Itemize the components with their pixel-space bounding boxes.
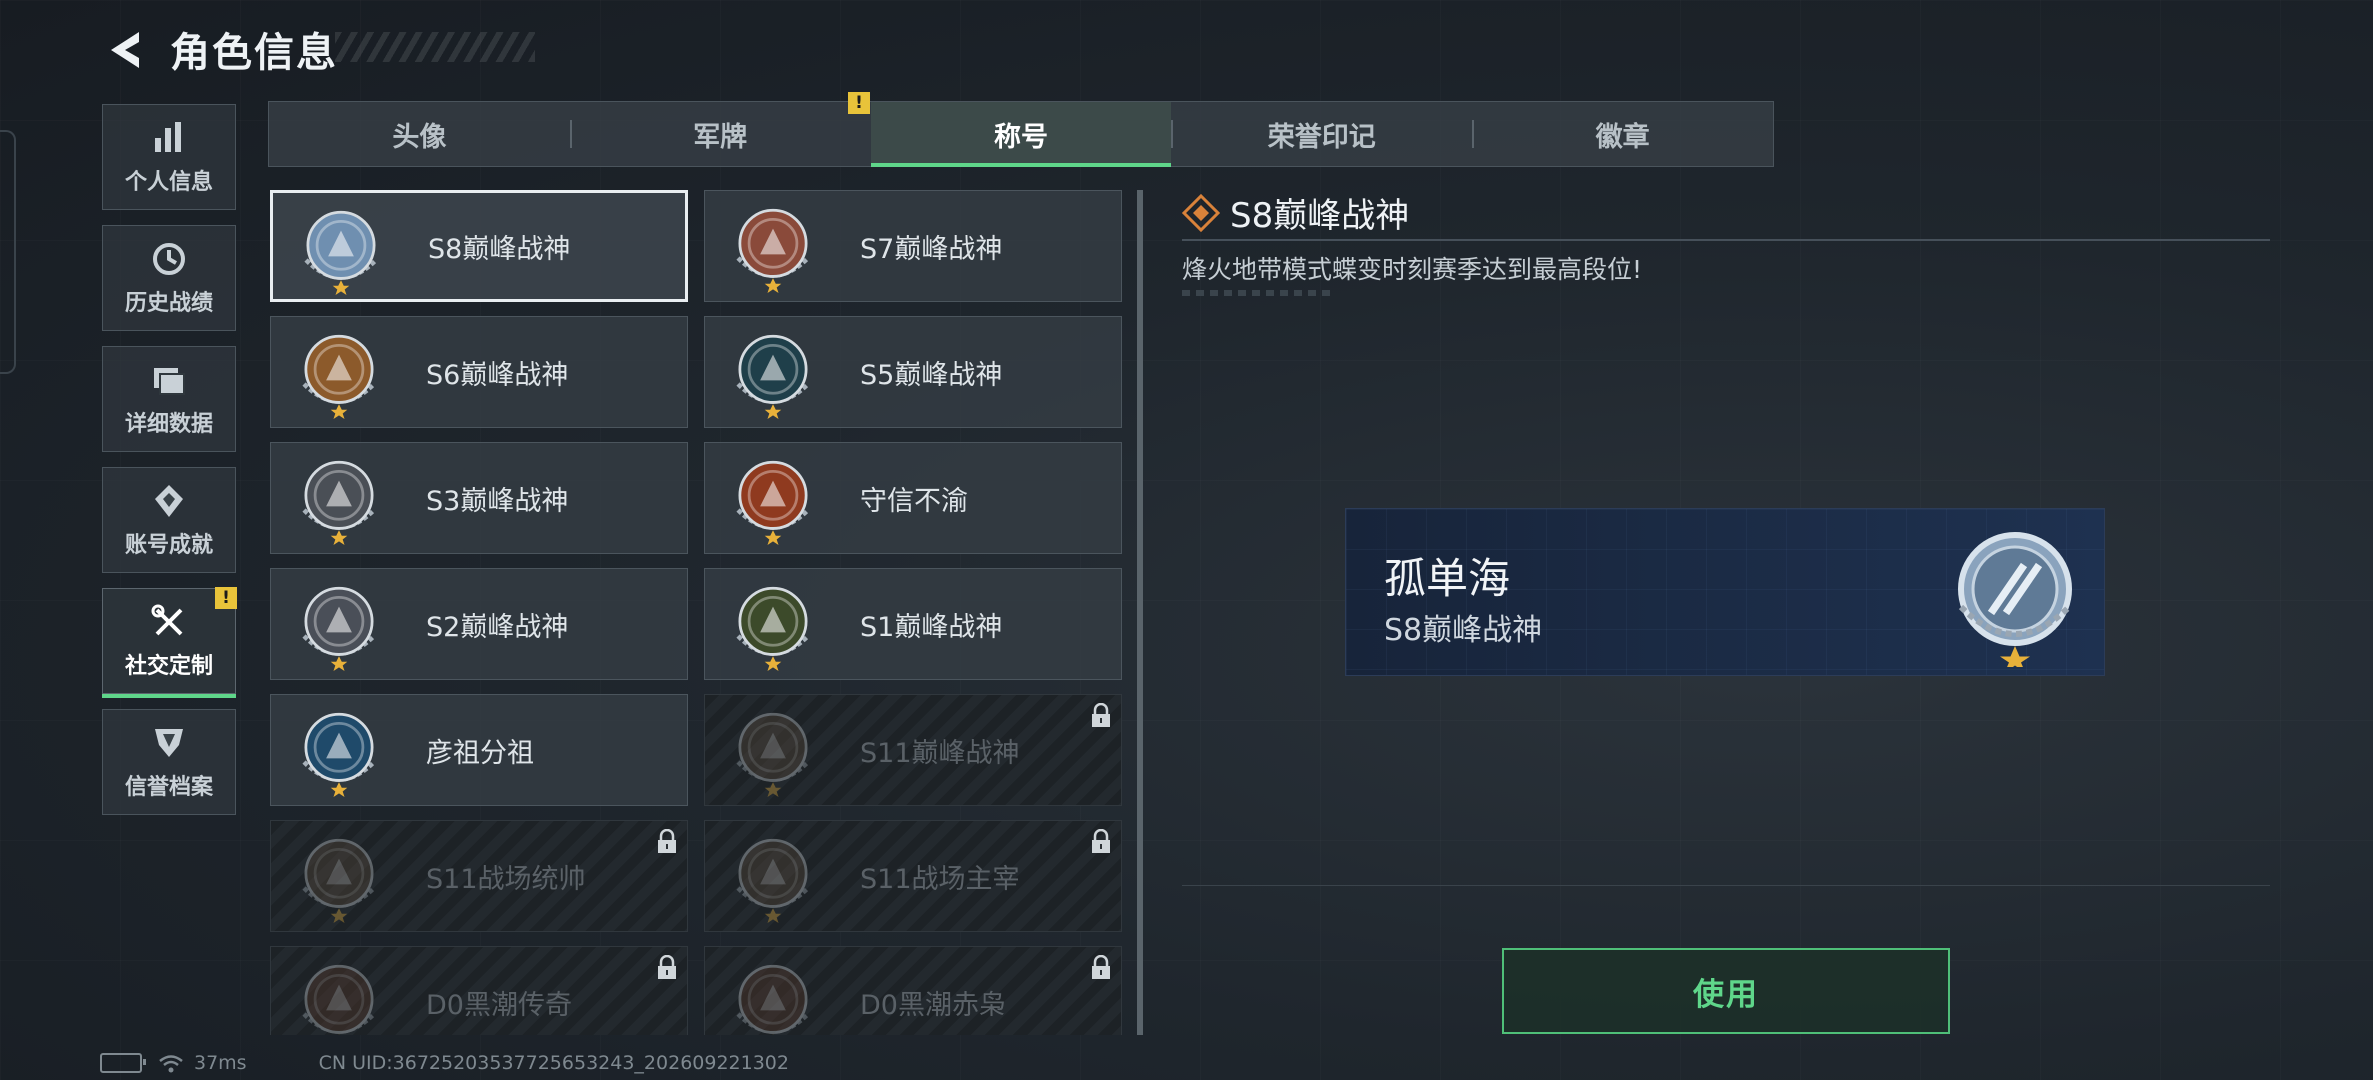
sidebar-item-details[interactable]: 详细数据 — [102, 346, 236, 452]
tab-warning-badge: ! — [848, 92, 870, 114]
title-preview-card: 孤单海 S8巅峰战神 — [1345, 508, 2105, 676]
uid-text: CN UID:36725203537725653243_202609221302 — [318, 1052, 789, 1074]
title-emblem-icon — [736, 460, 810, 545]
divider — [1182, 239, 2270, 241]
lock-icon — [658, 955, 676, 979]
tab-badge[interactable]: 徽章 — [1472, 102, 1773, 166]
title-card-name: S11战场统帅 — [426, 863, 586, 895]
title-grid: S8巅峰战神 S7巅峰战神 S6巅峰战神 S5巅峰战神 S3巅峰战神 守信不渝 S2巅峰战神… — [270, 190, 1125, 1035]
title-emblem-icon — [736, 838, 810, 923]
title-emblem-icon — [736, 586, 810, 671]
ping-value: 37ms — [194, 1052, 247, 1074]
preview-title-name: S8巅峰战神 — [1384, 613, 1543, 648]
title-emblem-icon — [302, 334, 376, 419]
title-card[interactable]: S5巅峰战神 — [704, 316, 1122, 428]
title-card-name: S11战场主宰 — [860, 863, 1020, 895]
title-emblem-icon — [304, 210, 378, 295]
diamond-icon — [1182, 193, 1220, 232]
edge-handle — [0, 130, 16, 374]
page-title: 角色信息 — [170, 30, 338, 76]
title-card[interactable]: D0黑潮赤枭 — [704, 946, 1122, 1035]
wifi-icon — [159, 1055, 183, 1073]
sidebar-item-label: 详细数据 — [124, 412, 213, 437]
detail-description: 烽火地带模式蝶变时刻赛季达到最高段位! — [1182, 255, 1643, 284]
detail-header: S8巅峰战神 — [1182, 188, 1409, 237]
s8-emblem-icon — [1958, 532, 2072, 667]
back-arrow-icon — [111, 32, 139, 68]
title-card-name: 彦祖分祖 — [426, 737, 534, 769]
title-card-name: S5巅峰战神 — [860, 359, 1003, 391]
title-card[interactable]: S11战场统帅 — [270, 820, 688, 932]
title-card-name: S2巅峰战神 — [426, 611, 569, 643]
status-bar: 37ms CN UID:36725203537725653243_2026092… — [100, 1052, 789, 1074]
title-card[interactable]: S11巅峰战神 — [704, 694, 1122, 806]
back-button[interactable] — [100, 24, 150, 76]
sidebar-item-label: 社交定制 — [124, 654, 213, 679]
title-card[interactable]: S1巅峰战神 — [704, 568, 1122, 680]
title-emblem-icon — [736, 208, 810, 293]
title-card[interactable]: 彦祖分祖 — [270, 694, 688, 806]
lock-icon — [1092, 829, 1110, 853]
detail-title: S8巅峰战神 — [1230, 196, 1410, 236]
tab-bar: 头像 军牌 称号 荣誉印记 徽章 — [268, 101, 1774, 167]
sidebar-item-social[interactable]: ! 社交定制 — [102, 587, 237, 698]
title-emblem-icon — [302, 964, 376, 1035]
title-card-name: S8巅峰战神 — [428, 233, 571, 265]
title-card[interactable]: S2巅峰战神 — [270, 568, 688, 680]
shield-icon — [149, 723, 189, 763]
title-card-name: D0黑潮传奇 — [426, 989, 572, 1021]
scrollbar-thumb[interactable] — [1137, 190, 1143, 1035]
clock-history-icon — [149, 239, 189, 279]
title-emblem-icon — [736, 964, 810, 1035]
sidebar-item-label: 信誉档案 — [124, 775, 213, 800]
title-emblem-icon — [302, 712, 376, 797]
tab-avatar[interactable]: 头像 — [269, 102, 570, 166]
tab-title[interactable]: 称号 — [870, 102, 1172, 167]
title-emblem-icon — [736, 712, 810, 797]
scrollbar[interactable] — [1137, 190, 1143, 1035]
title-card-name: S6巅峰战神 — [426, 359, 569, 391]
title-card-name: 守信不渝 — [860, 485, 968, 517]
bar-chart-icon — [149, 118, 189, 158]
title-card-name: S7巅峰战神 — [860, 233, 1003, 265]
title-emblem-icon — [302, 586, 376, 671]
sidebar-item-achievements[interactable]: 账号成就 — [102, 467, 236, 573]
title-emblem-icon — [302, 460, 376, 545]
sidebar-item-label: 账号成就 — [124, 533, 213, 558]
tab-honor-mark[interactable]: 荣誉印记 — [1171, 102, 1472, 166]
title-emblem-icon — [736, 334, 810, 419]
folder-icon — [149, 360, 189, 400]
sidebar-item-label: 历史战绩 — [124, 291, 213, 316]
lock-icon — [1092, 703, 1110, 727]
sidebar-item-credit[interactable]: 信誉档案 — [102, 709, 236, 815]
title-card-name: S11巅峰战神 — [860, 737, 1020, 769]
title-card[interactable]: S3巅峰战神 — [270, 442, 688, 554]
title-card[interactable]: S7巅峰战神 — [704, 190, 1122, 302]
sidebar: 个人信息 历史战绩 详细数据 账号成就 ! 社交定制 信誉档案 — [102, 104, 238, 830]
title-card[interactable]: 守信不渝 — [704, 442, 1122, 554]
wrench-screwdriver-icon — [149, 602, 189, 642]
title-card[interactable]: S6巅峰战神 — [270, 316, 688, 428]
sidebar-item-history[interactable]: 历史战绩 — [102, 225, 236, 331]
title-emblem-icon — [302, 838, 376, 923]
title-card[interactable]: S11战场主宰 — [704, 820, 1122, 932]
battery-icon — [100, 1053, 146, 1073]
use-button[interactable]: 使用 — [1502, 948, 1950, 1034]
sidebar-item-label: 个人信息 — [124, 170, 213, 195]
title-card-name: S3巅峰战神 — [426, 485, 569, 517]
warning-badge: ! — [215, 587, 237, 609]
tab-dog-tag[interactable]: 军牌 — [569, 102, 871, 166]
title-card[interactable]: S8巅峰战神 — [270, 190, 688, 302]
title-decoration — [335, 32, 535, 62]
lock-icon — [1092, 955, 1110, 979]
decoration-dashes — [1182, 290, 1332, 296]
sidebar-item-profile[interactable]: 个人信息 — [102, 104, 236, 210]
title-card[interactable]: D0黑潮传奇 — [270, 946, 688, 1035]
title-card-name: D0黑潮赤枭 — [860, 989, 1006, 1021]
title-card-name: S1巅峰战神 — [860, 611, 1003, 643]
lock-icon — [658, 829, 676, 853]
preview-player-name: 孤单海 — [1384, 554, 1511, 603]
achievement-icon — [149, 481, 189, 521]
